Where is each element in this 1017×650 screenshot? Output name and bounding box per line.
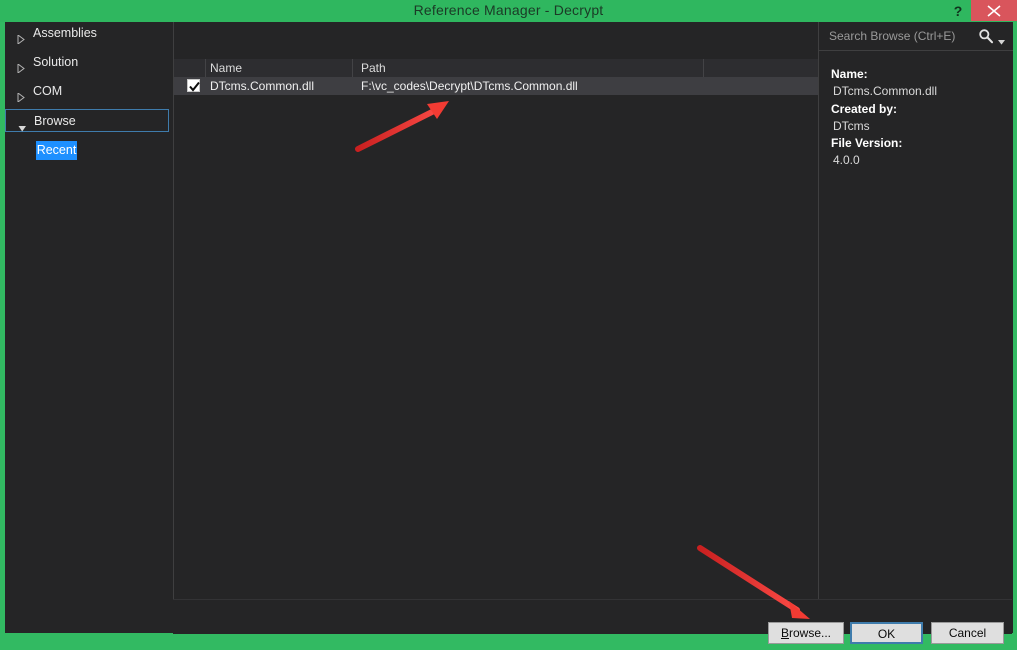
ok-button[interactable]: OK	[850, 622, 923, 644]
sidebar-item-label: Assemblies	[33, 26, 97, 40]
sidebar-item-label: COM	[33, 84, 63, 98]
list-header	[174, 59, 818, 78]
window-title: Reference Manager - Decrypt	[413, 2, 604, 18]
detail-label-file-version: File Version:	[831, 136, 903, 150]
sidebar-item-label: Browse	[34, 114, 76, 128]
browse-mnemonic: B	[780, 626, 789, 640]
browse-button[interactable]: Browse...	[768, 622, 844, 644]
chevron-right-icon	[17, 29, 25, 51]
chevron-down-icon	[18, 118, 27, 141]
column-header-path[interactable]: Path	[361, 60, 386, 77]
close-button[interactable]	[971, 0, 1017, 21]
column-divider[interactable]	[352, 59, 353, 77]
detail-label-created-by: Created by:	[831, 102, 898, 116]
browse-label-rest: rowse...	[789, 626, 832, 640]
sidebar-item-com[interactable]: COM	[5, 80, 169, 103]
table-row[interactable]: DTcms.Common.dll F:\vc_codes\Decrypt\DTc…	[174, 77, 818, 95]
cancel-button[interactable]: Cancel	[931, 622, 1004, 644]
detail-value-file-version: 4.0.0	[833, 153, 860, 167]
detail-value-created-by: DTcms	[833, 119, 870, 133]
column-header-name[interactable]: Name	[210, 60, 242, 77]
row-checkbox[interactable]	[187, 79, 200, 92]
sidebar-item-recent[interactable]: Recent	[36, 141, 77, 160]
dialog-body: Assemblies Solution COM Browse Recent Na…	[5, 22, 1013, 644]
chevron-right-icon	[17, 58, 25, 80]
navigation-tree: Assemblies Solution COM Browse Recent	[5, 22, 173, 633]
reference-list-pane: Name Path DTcms.Common.dll F:\vc_codes\D…	[173, 22, 818, 599]
sidebar-item-label: Solution	[33, 55, 79, 69]
search-placeholder: Search Browse (Ctrl+E)	[829, 29, 956, 43]
title-bar: Reference Manager - Decrypt ?	[0, 0, 1017, 22]
sidebar-item-browse[interactable]: Browse	[5, 109, 169, 132]
chevron-down-icon[interactable]	[998, 34, 1005, 48]
column-divider[interactable]	[703, 59, 704, 77]
help-button[interactable]: ?	[946, 0, 970, 22]
reference-manager-window: Reference Manager - Decrypt ? Assemblies	[0, 0, 1017, 650]
search-icon[interactable]	[978, 28, 994, 44]
check-icon	[189, 81, 200, 92]
search-input[interactable]: Search Browse (Ctrl+E)	[819, 22, 1013, 51]
details-pane: Search Browse (Ctrl+E) Name: DTcms.Commo…	[818, 22, 1013, 633]
chevron-right-icon	[17, 87, 25, 109]
cell-name: DTcms.Common.dll	[210, 79, 315, 93]
column-divider[interactable]	[205, 59, 206, 77]
sidebar-item-solution[interactable]: Solution	[5, 51, 169, 74]
detail-label-name: Name:	[831, 67, 868, 81]
detail-value-name: DTcms.Common.dll	[833, 84, 938, 98]
sidebar-item-assemblies[interactable]: Assemblies	[5, 22, 169, 45]
cell-path: F:\vc_codes\Decrypt\DTcms.Common.dll	[361, 79, 578, 93]
